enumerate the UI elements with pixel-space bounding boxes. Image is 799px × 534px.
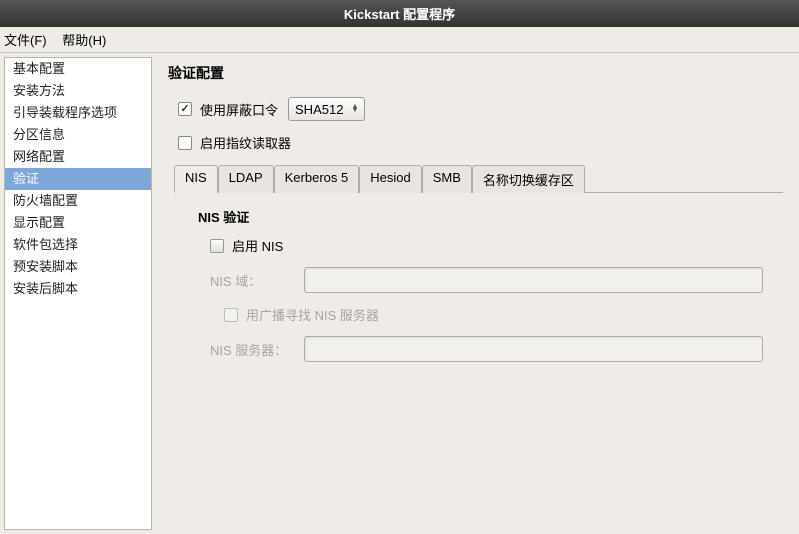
nis-server-row: NIS 服务器： <box>210 336 763 362</box>
menubar: 文件(F) 帮助(H) <box>0 27 799 53</box>
sidebar-item-install[interactable]: 安装方法 <box>5 80 151 102</box>
section-title: 验证配置 <box>168 63 783 83</box>
auth-tabs: NIS LDAP Kerberos 5 Hesiod SMB 名称切换缓存区 <box>174 164 783 193</box>
tab-kerberos[interactable]: Kerberos 5 <box>274 165 360 193</box>
enable-nis-label: 启用 NIS <box>232 236 283 255</box>
window-title: Kickstart 配置程序 <box>344 7 455 22</box>
nis-domain-label: NIS 域： <box>210 271 300 290</box>
sidebar-item-network[interactable]: 网络配置 <box>5 146 151 168</box>
shadow-password-label: 使用屏蔽口令 <box>200 100 278 119</box>
nis-tab-content: NIS 验证 启用 NIS NIS 域： 用广播寻找 NIS 服务器 NIS 服… <box>174 193 783 388</box>
fingerprint-label: 启用指纹读取器 <box>200 133 291 152</box>
nis-broadcast-label: 用广播寻找 NIS 服务器 <box>246 305 379 324</box>
nis-server-input[interactable] <box>304 336 763 362</box>
tab-nis[interactable]: NIS <box>174 165 218 193</box>
enable-nis-checkbox[interactable] <box>210 239 224 253</box>
nis-section-title: NIS 验证 <box>198 207 763 226</box>
nis-server-label: NIS 服务器： <box>210 340 300 359</box>
sidebar-item-partition[interactable]: 分区信息 <box>5 124 151 146</box>
sidebar-item-display[interactable]: 显示配置 <box>5 212 151 234</box>
nis-broadcast-row: 用广播寻找 NIS 服务器 <box>224 305 763 324</box>
updown-icon: ▲▼ <box>351 105 358 113</box>
tab-nscd[interactable]: 名称切换缓存区 <box>472 165 585 193</box>
nis-broadcast-checkbox <box>224 308 238 322</box>
sidebar-item-firewall[interactable]: 防火墙配置 <box>5 190 151 212</box>
menu-help[interactable]: 帮助(H) <box>62 33 106 48</box>
sidebar-item-bootloader[interactable]: 引导装载程序选项 <box>5 102 151 124</box>
sidebar-item-packages[interactable]: 软件包选择 <box>5 234 151 256</box>
hash-algorithm-value: SHA512 <box>295 102 343 117</box>
sidebar-item-auth[interactable]: 验证 <box>5 168 151 190</box>
content-pane: 验证配置 使用屏蔽口令 SHA512 ▲▼ 启用指纹读取器 NIS LDAP K… <box>152 53 799 534</box>
sidebar-item-basic[interactable]: 基本配置 <box>5 58 151 80</box>
sidebar: 基本配置 安装方法 引导装载程序选项 分区信息 网络配置 验证 防火墙配置 显示… <box>4 57 152 530</box>
sidebar-item-postscript[interactable]: 安装后脚本 <box>5 278 151 300</box>
shadow-password-checkbox[interactable] <box>178 102 192 116</box>
tab-ldap[interactable]: LDAP <box>218 165 274 193</box>
menu-file[interactable]: 文件(F) <box>4 33 47 48</box>
tab-smb[interactable]: SMB <box>422 165 472 193</box>
nis-domain-row: NIS 域： <box>210 267 763 293</box>
fingerprint-checkbox[interactable] <box>178 136 192 150</box>
tab-hesiod[interactable]: Hesiod <box>359 165 421 193</box>
enable-nis-row: 启用 NIS <box>210 236 763 255</box>
window-titlebar: Kickstart 配置程序 <box>0 0 799 27</box>
sidebar-item-prescript[interactable]: 预安装脚本 <box>5 256 151 278</box>
fingerprint-row: 启用指纹读取器 <box>178 133 783 152</box>
main-area: 基本配置 安装方法 引导装载程序选项 分区信息 网络配置 验证 防火墙配置 显示… <box>0 53 799 534</box>
hash-algorithm-select[interactable]: SHA512 ▲▼ <box>288 97 365 121</box>
nis-domain-input[interactable] <box>304 267 763 293</box>
shadow-password-row: 使用屏蔽口令 SHA512 ▲▼ <box>178 97 783 121</box>
